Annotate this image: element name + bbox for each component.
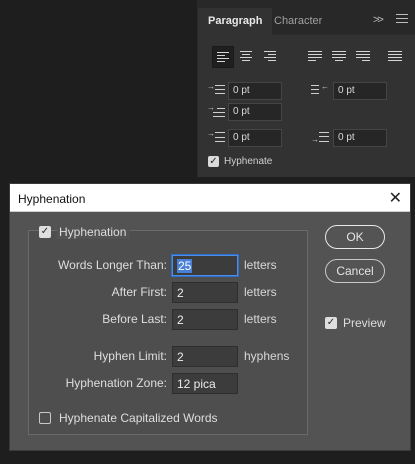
hyphenation-zone-input[interactable]: 12 pica bbox=[172, 373, 238, 394]
after-first-input[interactable]: 2 bbox=[172, 282, 238, 303]
ok-button[interactable]: OK bbox=[325, 225, 385, 249]
after-first-unit: letters bbox=[244, 285, 277, 299]
space-after-icon: → bbox=[311, 129, 333, 147]
before-last-unit: letters bbox=[244, 312, 277, 326]
right-indent-icon: ← bbox=[311, 82, 333, 100]
justify-all-icon[interactable] bbox=[384, 46, 406, 68]
collapse-panel-icon[interactable]: >> bbox=[373, 14, 384, 26]
justify-last-left-icon[interactable] bbox=[304, 46, 326, 68]
tab-character[interactable]: Character bbox=[264, 8, 332, 35]
justify-last-center-icon[interactable] bbox=[328, 46, 350, 68]
words-longer-than-input[interactable]: 25 bbox=[172, 255, 238, 276]
left-indent-field[interactable]: 0 pt bbox=[228, 82, 282, 100]
hyphen-limit-label: Hyphen Limit: bbox=[93, 349, 167, 363]
space-after-field[interactable]: 0 pt bbox=[333, 129, 387, 147]
paragraph-panel: Paragraph Character >> → 0 pt ← 0 pt → 0… bbox=[197, 0, 415, 177]
before-last-input[interactable]: 2 bbox=[172, 309, 238, 330]
align-center-icon[interactable] bbox=[236, 46, 258, 68]
align-right-icon[interactable] bbox=[260, 46, 282, 68]
dialog-title: Hyphenation bbox=[18, 192, 86, 206]
cancel-button[interactable]: Cancel bbox=[325, 259, 385, 283]
words-longer-than-label: Words Longer Than: bbox=[58, 258, 167, 272]
preview-label: Preview bbox=[343, 316, 386, 330]
space-before-icon: → bbox=[207, 129, 229, 147]
hyphenation-checkbox-label: Hyphenation bbox=[57, 225, 131, 239]
hyphenate-checkbox[interactable]: ✓ bbox=[208, 156, 219, 167]
first-line-indent-field[interactable]: 0 pt bbox=[228, 103, 282, 121]
dialog-titlebar: Hyphenation ✕ bbox=[10, 184, 410, 212]
hyphen-limit-unit: hyphens bbox=[244, 349, 290, 363]
words-longer-than-unit: letters bbox=[244, 258, 277, 272]
hyphenate-capitalized-label: Hyphenate Capitalized Words bbox=[59, 411, 218, 425]
justify-last-right-icon[interactable] bbox=[352, 46, 374, 68]
close-icon[interactable]: ✕ bbox=[389, 188, 402, 208]
before-last-label: Before Last: bbox=[102, 312, 167, 326]
panel-menu-icon[interactable] bbox=[396, 12, 408, 26]
hyphenate-capitalized-checkbox[interactable] bbox=[39, 412, 51, 424]
words-longer-than-value: 25 bbox=[177, 259, 193, 273]
hyphenate-label: Hyphenate bbox=[224, 156, 273, 167]
first-line-indent-icon: → bbox=[207, 103, 229, 121]
hyphenation-group: ✓ Hyphenation Words Longer Than: 25 lett… bbox=[28, 225, 308, 435]
hyphenation-checkbox[interactable]: ✓ bbox=[39, 226, 51, 238]
after-first-label: After First: bbox=[111, 285, 167, 299]
hyphenation-zone-label: Hyphenation Zone: bbox=[65, 376, 167, 390]
preview-checkbox[interactable]: ✓ bbox=[325, 317, 337, 329]
right-indent-field[interactable]: 0 pt bbox=[333, 82, 387, 100]
panel-tab-bar: Paragraph Character >> bbox=[198, 0, 415, 36]
hyphen-limit-input[interactable]: 2 bbox=[172, 346, 238, 367]
left-indent-icon: → bbox=[207, 82, 229, 100]
hyphenation-dialog: Hyphenation ✕ ✓ Hyphenation Words Longer… bbox=[9, 183, 411, 451]
space-before-field[interactable]: 0 pt bbox=[228, 129, 282, 147]
tab-paragraph[interactable]: Paragraph bbox=[198, 8, 273, 36]
align-left-icon[interactable] bbox=[212, 46, 234, 68]
